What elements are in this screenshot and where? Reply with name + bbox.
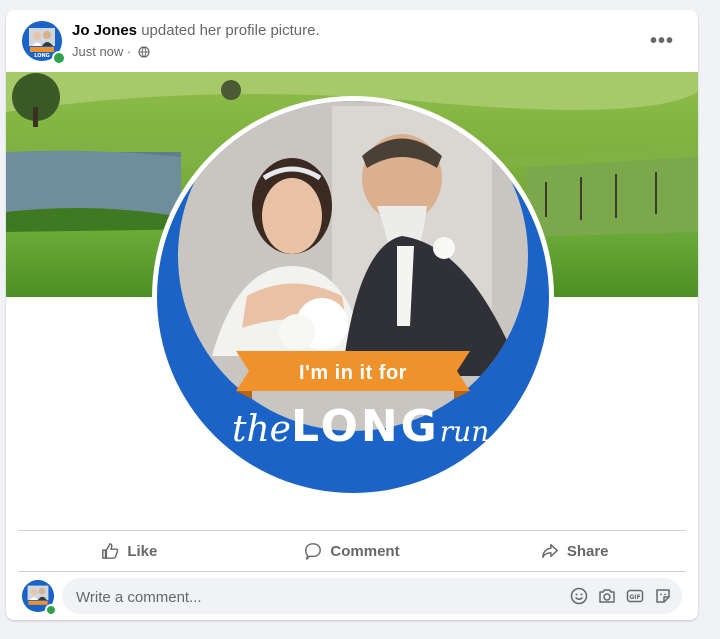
comment-label: Comment bbox=[330, 542, 400, 560]
share-label: Share bbox=[566, 542, 609, 560]
globe-icon[interactable] bbox=[138, 46, 150, 61]
wordmark-long: LONG bbox=[290, 401, 440, 452]
commenter-online-dot bbox=[45, 604, 57, 616]
post-card: LONG Jo Jones updated her profile pictur… bbox=[6, 10, 698, 620]
wordmark-the: the bbox=[232, 409, 291, 450]
camera-icon[interactable] bbox=[598, 587, 616, 605]
badge-tagline: I'm in it for bbox=[299, 362, 407, 384]
post-title: Jo Jones updated her profile picture. bbox=[72, 22, 320, 39]
more-options-button[interactable]: ••• bbox=[644, 26, 680, 56]
badge-wordmark: theLONGrun bbox=[232, 401, 489, 461]
comment-button[interactable]: Comment bbox=[241, 531, 464, 571]
more-icon: ••• bbox=[649, 29, 674, 52]
svg-text:LONG: LONG bbox=[34, 53, 50, 59]
meta-separator: · bbox=[123, 44, 135, 59]
svg-text:GIF: GIF bbox=[629, 594, 640, 601]
author-name[interactable]: Jo Jones bbox=[72, 22, 137, 39]
share-button[interactable]: Share bbox=[463, 531, 686, 571]
share-icon bbox=[541, 543, 558, 559]
comment-composer: GIF bbox=[6, 576, 698, 620]
wordmark-run: run bbox=[439, 415, 490, 448]
post-action-text: updated her profile picture. bbox=[137, 22, 320, 39]
online-status-dot bbox=[52, 51, 66, 65]
post-actions-bar: Like Comment Share bbox=[18, 530, 686, 572]
timestamp[interactable]: Just now bbox=[72, 44, 123, 59]
post-media[interactable]: I'm in it for theLONGrun bbox=[6, 72, 698, 530]
comment-input[interactable] bbox=[74, 578, 548, 616]
gif-icon[interactable]: GIF bbox=[626, 587, 644, 605]
sticker-icon[interactable] bbox=[654, 587, 672, 605]
emoji-icon[interactable] bbox=[570, 587, 588, 605]
like-label: Like bbox=[127, 542, 158, 560]
like-button[interactable]: Like bbox=[18, 531, 241, 571]
comment-icon bbox=[305, 543, 322, 560]
post-header: LONG Jo Jones updated her profile pictur… bbox=[6, 10, 698, 72]
comment-tools: GIF bbox=[570, 587, 672, 605]
post-meta: Just now · bbox=[72, 44, 150, 61]
comment-box: GIF bbox=[62, 578, 682, 616]
like-icon bbox=[102, 543, 119, 559]
